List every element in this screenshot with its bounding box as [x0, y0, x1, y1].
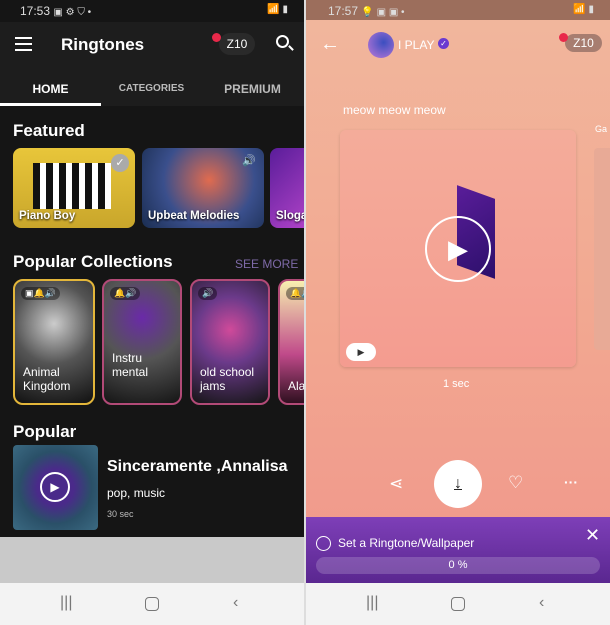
collection-card[interactable]: 🔔🔊 Instru mental	[102, 279, 182, 405]
signal-icons: 📶 ▮	[267, 4, 288, 15]
username[interactable]: I PLAY	[398, 38, 434, 52]
app-title: Ringtones	[61, 35, 145, 54]
status-time: 17:57	[328, 4, 359, 18]
banner-area	[0, 537, 304, 583]
status-icons: 💡 ▣ ▣ •	[361, 7, 405, 18]
tab-bar: HOME CATEGORIES PREMIUM	[0, 68, 304, 106]
more-icon[interactable]: ···	[564, 474, 578, 490]
track-duration: 30 sec	[107, 509, 134, 519]
home-icon[interactable]	[145, 597, 159, 611]
home-icon[interactable]	[451, 597, 465, 611]
featured-label: Piano Boy	[19, 210, 76, 222]
nav-bar: ||| ‹	[0, 583, 304, 625]
collection-label: Ala	[288, 379, 304, 393]
type-icons: ▣🔔🔊	[21, 287, 60, 300]
collections-title: Popular Collections	[13, 252, 173, 271]
piano-image	[33, 163, 111, 209]
next-card-label: Ga	[595, 124, 608, 134]
featured-card[interactable]: Sloga	[270, 148, 304, 228]
progress-text: 0 %	[448, 559, 468, 571]
collection-card[interactable]: 🔔🔊 Ala	[278, 279, 304, 405]
track-title: Sinceramente ,Annalisa	[107, 458, 288, 475]
ringtone-preview-card[interactable]: ▶ ▶	[340, 130, 576, 367]
coins-count: Z10	[226, 37, 248, 51]
duration-label: 1 sec	[443, 378, 470, 390]
collection-label: old school jams	[200, 365, 255, 393]
type-icons: 🔊	[198, 287, 218, 300]
status-time: 17:53	[20, 4, 51, 18]
tab-premium[interactable]: PREMIUM	[202, 82, 303, 96]
share-icon[interactable]: ⋖	[389, 474, 403, 494]
search-icon[interactable]	[276, 35, 294, 51]
back-icon[interactable]: ‹	[539, 594, 544, 612]
nav-bar: ||| ‹	[306, 583, 610, 625]
track-tags: pop, music	[107, 486, 166, 500]
ringtones-home-screen: 17:53 ▣ ⚙ ⛉ • 📶 ▮ Ringtones Z10 HOME CATE…	[0, 0, 304, 625]
close-icon[interactable]: ✕	[585, 525, 600, 546]
collection-card[interactable]: 🔊 old school jams	[190, 279, 270, 405]
status-bar: 17:53 ▣ ⚙ ⛉ • 📶 ▮	[0, 0, 304, 22]
back-arrow-icon[interactable]: ←	[320, 33, 340, 56]
popular-title: Popular	[13, 422, 77, 441]
status-icons: ▣ ⚙ ⛉ •	[53, 7, 92, 18]
back-icon[interactable]: ‹	[233, 594, 238, 612]
video-icon: ▶	[346, 343, 376, 361]
coins-badge[interactable]: Z10	[219, 33, 255, 55]
verified-badge-icon: ✓	[438, 38, 449, 49]
download-button[interactable]: ↓	[434, 460, 482, 508]
recents-icon[interactable]: |||	[366, 594, 378, 612]
play-icon[interactable]: ▶	[40, 472, 70, 502]
avatar[interactable]	[368, 32, 394, 58]
tab-categories[interactable]: CATEGORIES	[101, 83, 202, 94]
verified-icon: ✓	[111, 154, 129, 172]
collection-label: Animal Kingdom	[23, 365, 71, 393]
heart-icon[interactable]: ♡	[508, 473, 523, 493]
type-icons: 🔔🔊	[110, 287, 141, 300]
ringtone-title: meow meow meow	[343, 103, 446, 117]
collection-card[interactable]: ▣🔔🔊 Animal Kingdom	[13, 279, 95, 405]
signal-icons: 📶 ▮	[573, 4, 594, 15]
app-bar: Ringtones Z10	[0, 22, 304, 68]
notification-dot	[559, 33, 568, 42]
featured-card[interactable]: 🔊 Upbeat Melodies	[142, 148, 264, 228]
coins-badge[interactable]: Z10	[565, 34, 602, 52]
set-ringtone-label[interactable]: Set a Ringtone/Wallpaper	[338, 536, 474, 550]
featured-title: Featured	[13, 121, 85, 140]
tab-indicator	[0, 103, 101, 106]
play-button[interactable]: ▶	[425, 216, 491, 282]
status-bar: 17:57 💡 ▣ ▣ • 📶 ▮	[306, 0, 610, 20]
featured-card[interactable]: ✓ Piano Boy	[13, 148, 135, 228]
type-icons: 🔔🔊	[286, 287, 304, 300]
ringtone-detail-screen: 17:57 💡 ▣ ▣ • 📶 ▮ ← I PLAY ✓ Z10 meow meo…	[306, 0, 610, 625]
featured-label: Sloga	[276, 210, 304, 222]
speaker-icon: 🔊	[242, 155, 256, 167]
collection-label: Instru mental	[112, 351, 149, 379]
featured-label: Upbeat Melodies	[148, 210, 240, 222]
notification-dot	[212, 33, 221, 42]
track-thumbnail: ▶	[13, 445, 98, 530]
progress-bar: 0 %	[316, 557, 600, 574]
popular-item[interactable]: ▶ Sinceramente ,Annalisa pop, music 30 s…	[13, 445, 303, 530]
tab-home[interactable]: HOME	[0, 82, 101, 96]
menu-icon[interactable]	[15, 37, 32, 51]
set-ringtone-panel: Set a Ringtone/Wallpaper ✕ 0 %	[306, 517, 610, 583]
see-more-link[interactable]: SEE MORE	[235, 257, 298, 271]
coins-count: Z10	[573, 36, 594, 50]
radio-circle-icon[interactable]	[316, 536, 331, 551]
recents-icon[interactable]: |||	[60, 594, 72, 612]
next-card[interactable]	[594, 148, 610, 350]
